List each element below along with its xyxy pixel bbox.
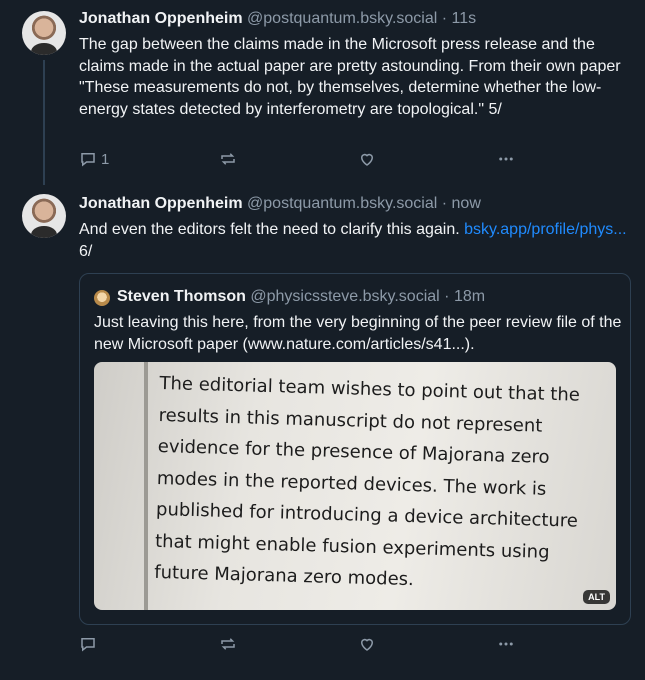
author-handle[interactable]: @postquantum.bsky.social	[247, 195, 437, 212]
reply-button[interactable]: 1	[79, 150, 109, 168]
post-header: Jonathan Oppenheim @postquantum.bsky.soc…	[79, 195, 481, 213]
like-icon	[360, 153, 374, 166]
post-time[interactable]: now	[452, 195, 481, 212]
reply-count: 1	[101, 150, 110, 168]
more-button[interactable]	[497, 635, 515, 653]
more-icon	[499, 642, 513, 646]
repost-button[interactable]	[219, 150, 237, 168]
separator: ·	[441, 195, 448, 212]
repost-icon	[221, 638, 235, 650]
reply-button[interactable]	[79, 635, 101, 653]
more-icon	[499, 157, 513, 161]
post-time[interactable]: 11s	[452, 10, 477, 27]
like-button[interactable]	[358, 150, 376, 168]
post-actions: 1	[79, 150, 519, 172]
like-icon	[360, 638, 374, 651]
post-link[interactable]: bsky.app/profile/phys...	[464, 221, 626, 238]
reply-icon	[81, 153, 95, 167]
post-text: The gap between the claims made in the M…	[79, 36, 621, 118]
avatar[interactable]	[22, 11, 66, 55]
like-button[interactable]	[358, 635, 376, 653]
page-edge	[144, 362, 148, 610]
reply-icon	[81, 638, 95, 652]
quote-author-name[interactable]: Steven Thomson	[117, 288, 246, 305]
post-header: Jonathan Oppenheim @postquantum.bsky.soc…	[79, 10, 476, 28]
author-name[interactable]: Jonathan Oppenheim	[79, 195, 243, 212]
post-5[interactable]: Jonathan Oppenheim @postquantum.bsky.soc…	[0, 0, 645, 185]
quote-image[interactable]: The editorial team wishes to point out t…	[94, 362, 616, 610]
separator: ·	[441, 10, 448, 27]
avatar[interactable]	[22, 194, 66, 238]
thread-connector	[43, 60, 45, 185]
post-text-end: 6/	[79, 242, 93, 260]
more-button[interactable]	[497, 150, 515, 168]
repost-icon	[221, 153, 235, 165]
separator: ·	[444, 288, 450, 305]
post-text: And even the editors felt the need to cl…	[79, 219, 629, 262]
quoted-post[interactable]: Steven Thomson @physicssteve.bsky.social…	[79, 273, 631, 625]
quote-time[interactable]: 18m	[454, 288, 485, 305]
post-text-start: And even the editors felt the need to cl…	[79, 221, 465, 238]
quote-author-handle[interactable]: @physicssteve.bsky.social	[250, 288, 439, 305]
quote-text: Just leaving this here, from the very be…	[94, 314, 622, 353]
post-actions	[79, 635, 519, 657]
alt-badge[interactable]: ALT	[583, 590, 610, 604]
author-handle[interactable]: @postquantum.bsky.social	[247, 10, 437, 27]
image-text: The editorial team wishes to point out t…	[154, 368, 600, 601]
author-name[interactable]: Jonathan Oppenheim	[79, 10, 243, 27]
repost-button[interactable]	[219, 635, 237, 653]
quote-header: Steven Thomson @physicssteve.bsky.social…	[117, 288, 485, 306]
quote-avatar[interactable]	[94, 290, 110, 306]
